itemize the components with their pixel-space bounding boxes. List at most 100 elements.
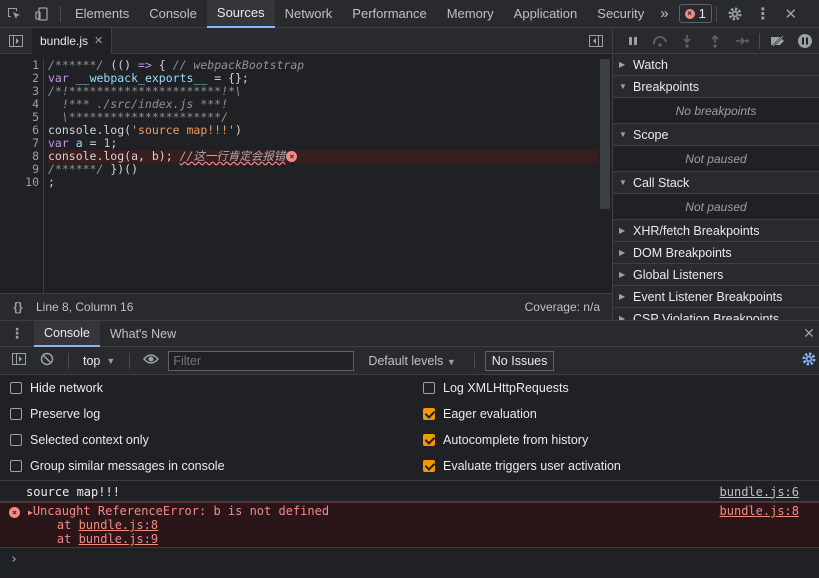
drawer-menu-icon[interactable]: ⋮ [0, 325, 34, 342]
tab-console[interactable]: Console [139, 0, 207, 28]
step-out-icon[interactable] [701, 28, 728, 54]
console-settings-gear-icon[interactable] [801, 351, 817, 371]
checkbox[interactable] [10, 434, 22, 446]
section-watch[interactable]: ▶ Watch [613, 54, 819, 76]
close-drawer-icon[interactable]: ✕ [799, 325, 819, 342]
section-global-listeners[interactable]: ▶ Global Listeners [613, 264, 819, 286]
setting-preserve-log[interactable]: Preserve log [10, 407, 100, 421]
drawer-tab-console[interactable]: Console [34, 320, 100, 347]
checkbox[interactable] [423, 382, 435, 394]
code-editor[interactable]: 1 2 3 4 5 6 7 8 9 10 /******/ (() => { /… [0, 55, 612, 293]
setting-selected-context-only[interactable]: Selected context only [10, 433, 149, 447]
toolbar-divider [129, 352, 131, 369]
checkbox[interactable] [10, 382, 22, 394]
expand-triangle-icon: ▶ [619, 226, 626, 235]
error-summary[interactable]: ▶Uncaught ReferenceError: b is not defin… [28, 504, 329, 518]
settings-gear-icon[interactable] [721, 0, 749, 28]
toolbar-divider [60, 5, 61, 22]
tab-elements[interactable]: Elements [65, 0, 139, 28]
pretty-print-button[interactable]: {} [0, 300, 36, 314]
toggle-debugger-icon[interactable] [580, 27, 612, 55]
code-line[interactable]: ; [48, 176, 598, 189]
error-icon: × [684, 8, 695, 19]
setting-autocomplete-history[interactable]: Autocomplete from history [423, 433, 588, 447]
devtools-main-toolbar: Elements Console Sources Network Perform… [0, 0, 819, 28]
dropdown-arrow-icon: ▼ [106, 355, 116, 366]
checkbox-checked[interactable] [423, 460, 435, 472]
tab-performance[interactable]: Performance [342, 0, 436, 28]
editor-tab-bar: bundle.js ✕ [0, 27, 612, 55]
toggle-navigator-icon[interactable] [0, 27, 32, 55]
setting-label: Hide network [30, 381, 103, 395]
tab-network[interactable]: Network [275, 0, 343, 28]
console-filter-input[interactable] [168, 350, 355, 371]
code-line[interactable]: console.log('source map!!!') [48, 124, 598, 137]
close-file-icon[interactable]: ✕ [94, 34, 103, 47]
stack-link[interactable]: bundle.js:8 [79, 518, 158, 532]
tab-memory[interactable]: Memory [437, 0, 504, 28]
error-source-link[interactable]: bundle.js:8 [720, 504, 799, 518]
tab-sources[interactable]: Sources [206, 0, 275, 28]
checkbox[interactable] [10, 460, 22, 472]
log-levels-dropdown[interactable]: Default levels ▼ [360, 354, 463, 368]
tab-application[interactable]: Application [504, 0, 588, 28]
drawer-tab-whats-new[interactable]: What's New [100, 321, 186, 347]
context-selector[interactable]: top ▼ [79, 354, 119, 368]
context-value: top [83, 353, 101, 368]
setting-group-similar[interactable]: Group similar messages in console [10, 459, 225, 473]
deactivate-breakpoints-icon[interactable] [764, 28, 791, 54]
error-count-badge[interactable]: × 1 [678, 4, 712, 23]
section-breakpoints[interactable]: ▼ Breakpoints [613, 76, 819, 98]
log-text: source map!!! [26, 484, 120, 499]
code-line[interactable]: /******/ })() [48, 163, 598, 176]
stack-prefix: at [28, 532, 79, 546]
console-prompt[interactable]: › [0, 548, 819, 570]
step-icon[interactable] [728, 28, 755, 54]
cursor-position: Line 8, Column 16 [36, 300, 134, 314]
inspect-element-icon[interactable] [0, 0, 28, 28]
checkbox-checked[interactable] [423, 434, 435, 446]
section-call-stack[interactable]: ▼ Call Stack [613, 172, 819, 194]
section-title: Event Listener Breakpoints [633, 289, 783, 304]
setting-label: Group similar messages in console [30, 459, 225, 473]
more-tabs-button[interactable]: » [654, 0, 674, 28]
live-expression-eye-icon[interactable] [140, 353, 162, 368]
stack-link[interactable]: bundle.js:9 [79, 532, 158, 546]
checkbox[interactable] [10, 408, 22, 420]
close-devtools-icon[interactable]: ✕ [777, 0, 805, 28]
checkbox-checked[interactable] [423, 408, 435, 420]
console-error-message: × ▶Uncaught ReferenceError: b is not def… [0, 502, 819, 548]
toggle-sidebar-icon[interactable] [8, 353, 30, 368]
issues-button[interactable]: No Issues [484, 350, 555, 371]
toolbar-divider [715, 5, 717, 22]
expand-triangle-icon: ▶ [619, 248, 626, 257]
pause-on-exceptions-icon[interactable] [792, 28, 819, 54]
step-over-icon[interactable] [646, 28, 673, 54]
step-into-icon[interactable] [674, 28, 701, 54]
clear-console-icon[interactable] [36, 352, 58, 369]
section-scope[interactable]: ▼ Scope [613, 124, 819, 146]
tab-security[interactable]: Security [587, 0, 654, 28]
setting-log-xhr[interactable]: Log XMLHttpRequests [423, 381, 569, 395]
setting-evaluate-triggers[interactable]: Evaluate triggers user activation [423, 459, 621, 473]
line-number[interactable]: 10 [0, 176, 43, 189]
pause-resume-icon[interactable] [619, 28, 646, 54]
device-toolbar-icon[interactable] [28, 0, 56, 28]
console-log-message: source map!!! bundle.js:6 [0, 482, 819, 502]
setting-eager-evaluation[interactable]: Eager evaluation [423, 407, 537, 421]
log-source-link[interactable]: bundle.js:6 [720, 485, 799, 499]
drawer-tab-bar: ⋮ Console What's New ✕ [0, 320, 819, 347]
section-csp-violation-breakpoints[interactable]: ▶ CSP Violation Breakpoints [613, 308, 819, 320]
section-title: Call Stack [633, 175, 690, 190]
code-lines[interactable]: /******/ (() => { // webpackBootstrap va… [48, 59, 598, 189]
editor-scrollbar[interactable] [600, 59, 610, 209]
console-toolbar: top ▼ Default levels ▼ No Issues [0, 347, 819, 375]
setting-hide-network[interactable]: Hide network [10, 381, 103, 395]
section-dom-breakpoints[interactable]: ▶ DOM Breakpoints [613, 242, 819, 264]
inline-error-icon[interactable]: × [286, 151, 298, 162]
customize-menu-icon[interactable]: ⋮ [749, 0, 777, 28]
section-event-listener-breakpoints[interactable]: ▶ Event Listener Breakpoints [613, 286, 819, 308]
line-number-gutter[interactable]: 1 2 3 4 5 6 7 8 9 10 [0, 59, 44, 293]
section-xhr-breakpoints[interactable]: ▶ XHR/fetch Breakpoints [613, 220, 819, 242]
file-tab-bundle-js[interactable]: bundle.js ✕ [32, 27, 113, 54]
